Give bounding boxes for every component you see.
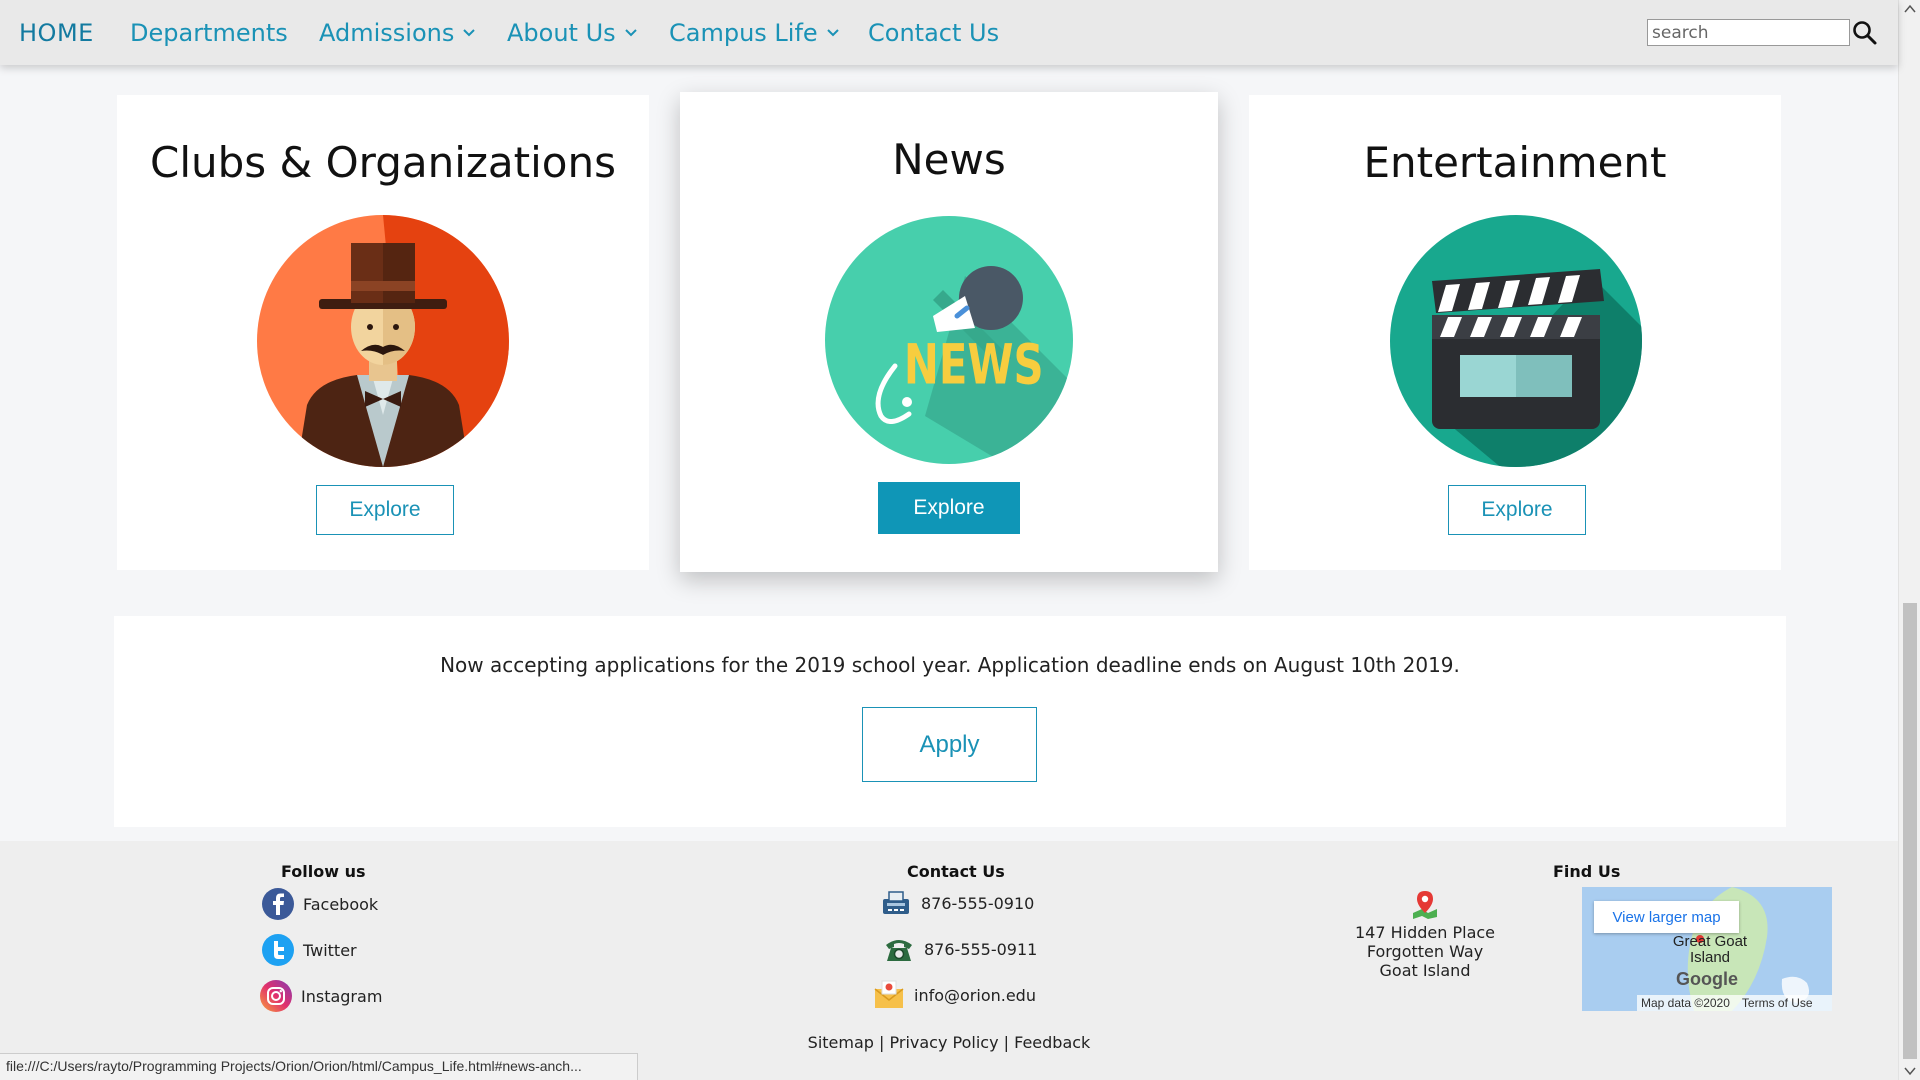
- chevron-down-icon: [463, 29, 476, 37]
- svg-text:NEWS: NEWS: [904, 333, 1044, 397]
- scroll-thumb[interactable]: [1903, 603, 1917, 1059]
- facebook-icon: [262, 888, 294, 920]
- address-line-1: 147 Hidden Place: [1354, 923, 1496, 942]
- nav-about-label: About Us: [507, 19, 616, 47]
- chevron-down-icon: [826, 29, 839, 37]
- twitter-label: Twitter: [303, 940, 357, 960]
- news-microphone-icon: NEWS: [825, 216, 1073, 464]
- entertainment-explore-button[interactable]: Explore: [1448, 485, 1586, 535]
- sitemap-link[interactable]: Sitemap: [808, 1033, 874, 1052]
- nav-about-dropdown[interactable]: About Us: [507, 17, 638, 49]
- map-attribution: Map data ©2020 Terms of Use: [1637, 995, 1832, 1011]
- entertainment-card-title: Entertainment: [1363, 138, 1667, 187]
- footer-divider: |: [879, 1033, 890, 1052]
- clubs-explore-button[interactable]: Explore: [316, 485, 454, 535]
- find-us-heading: Find Us: [1553, 862, 1621, 881]
- map-data-label: Map data ©2020: [1641, 996, 1730, 1010]
- site-footer: Follow us Facebook Twitter Instagram Con…: [0, 841, 1898, 1080]
- feedback-link[interactable]: Feedback: [1014, 1033, 1090, 1052]
- phone-contact: 876-555-0911: [882, 932, 1037, 966]
- contact-us-heading: Contact Us: [907, 862, 1005, 881]
- email-address: info@orion.edu: [914, 985, 1036, 1005]
- map-place-label: Great Goat Island: [1672, 933, 1748, 966]
- news-card-title: News: [892, 135, 1006, 184]
- chevron-down-icon: [624, 29, 637, 37]
- nav-home-link[interactable]: HOME: [19, 17, 94, 49]
- nav-campus-life-label: Campus Life: [669, 19, 818, 47]
- scroll-down-arrow-icon[interactable]: [1904, 1066, 1916, 1076]
- follow-us-heading: Follow us: [281, 862, 366, 881]
- announcement-text: Now accepting applications for the 2019 …: [440, 653, 1460, 677]
- twitter-icon: [262, 934, 294, 966]
- top-navbar: HOME Departments Admissions About Us Cam…: [0, 0, 1898, 65]
- mail-icon: [874, 980, 904, 1008]
- fax-number: 876-555-0910: [921, 893, 1035, 913]
- scroll-up-arrow-icon[interactable]: [1904, 4, 1916, 14]
- map-pin-icon: [1413, 891, 1437, 919]
- news-card: News NEWS Explore: [680, 92, 1218, 572]
- clubs-card-title: Clubs & Organizations: [150, 138, 616, 187]
- address-line-2: Forgotten Way: [1366, 942, 1484, 961]
- campus-address: 147 Hidden Place Forgotten Way Goat Isla…: [1345, 923, 1505, 980]
- privacy-policy-link[interactable]: Privacy Policy: [890, 1033, 999, 1052]
- nav-admissions-label: Admissions: [319, 19, 455, 47]
- facebook-link[interactable]: Facebook: [261, 887, 378, 921]
- view-larger-map-link[interactable]: View larger map: [1594, 901, 1739, 933]
- nav-departments-link[interactable]: Departments: [130, 17, 288, 49]
- admissions-announcement: Now accepting applications for the 2019 …: [114, 616, 1786, 827]
- gentleman-icon: [257, 215, 509, 467]
- instagram-link[interactable]: Instagram: [259, 979, 382, 1013]
- embedded-map[interactable]: View larger map Great Goat Island Google…: [1582, 887, 1832, 1011]
- news-explore-button[interactable]: Explore: [878, 482, 1020, 534]
- clapperboard-icon: [1390, 215, 1642, 467]
- google-logo: Google: [1676, 969, 1738, 989]
- entertainment-card: Entertainment Explore: [1249, 95, 1781, 570]
- fax-icon: [883, 891, 909, 914]
- nav-contact-label: Contact Us: [868, 19, 1000, 47]
- apply-button[interactable]: Apply: [862, 707, 1037, 782]
- nav-contact-link[interactable]: Contact Us: [868, 17, 999, 49]
- search-input[interactable]: [1647, 19, 1850, 46]
- nav-admissions-dropdown[interactable]: Admissions: [319, 17, 476, 49]
- twitter-link[interactable]: Twitter: [261, 933, 357, 967]
- clubs-card: Clubs & Organizations Explore: [117, 95, 649, 570]
- instagram-icon: [260, 980, 292, 1012]
- nav-campus-life-dropdown[interactable]: Campus Life: [669, 17, 840, 49]
- browser-status-url: file:///C:/Users/rayto/Programming Proje…: [0, 1053, 638, 1080]
- email-link[interactable]: info@orion.edu: [872, 978, 1036, 1012]
- footer-divider: |: [1003, 1033, 1015, 1052]
- search-icon[interactable]: [1852, 20, 1878, 46]
- instagram-label: Instagram: [301, 986, 383, 1006]
- fax-contact: 876-555-0910: [879, 886, 1034, 920]
- phone-number: 876-555-0911: [924, 939, 1038, 959]
- address-line-3: Goat Island: [1379, 961, 1471, 980]
- map-terms-link[interactable]: Terms of Use: [1742, 996, 1813, 1010]
- nav-departments-label: Departments: [130, 19, 288, 47]
- nav-home-label: HOME: [19, 19, 94, 47]
- page-scrollbar[interactable]: [1898, 0, 1920, 1080]
- footer-links: Sitemap | Privacy Policy | Feedback: [0, 1033, 1898, 1052]
- phone-icon: [886, 940, 912, 961]
- facebook-label: Facebook: [303, 894, 379, 914]
